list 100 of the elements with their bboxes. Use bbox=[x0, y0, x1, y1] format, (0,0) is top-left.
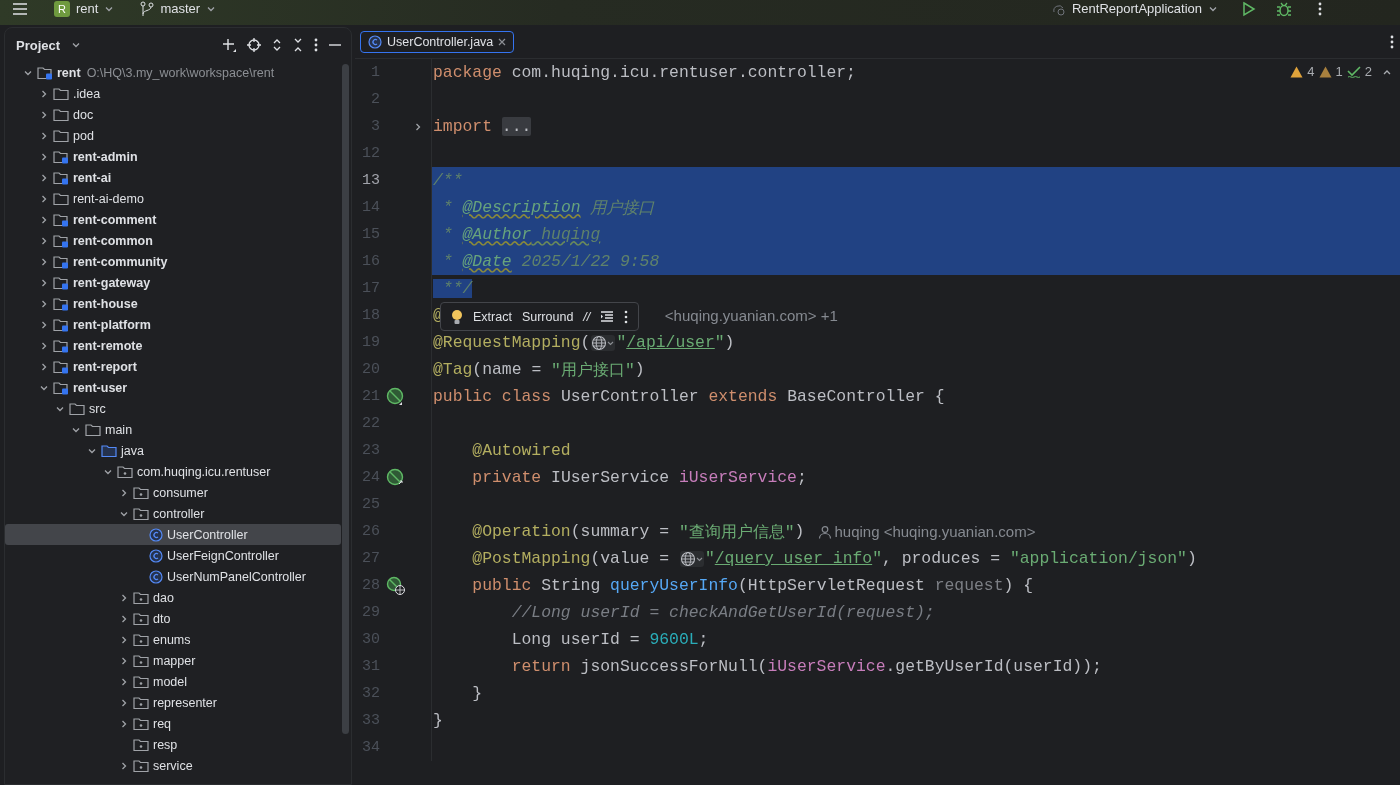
chevron-icon[interactable] bbox=[39, 340, 49, 351]
action-button[interactable]: Surround bbox=[521, 309, 574, 324]
file-tab[interactable]: UserController.java bbox=[360, 30, 515, 53]
branch-selector[interactable]: master bbox=[160, 1, 201, 16]
target-icon[interactable] bbox=[247, 38, 261, 52]
chevron-icon[interactable] bbox=[39, 361, 49, 372]
chevron-icon[interactable] bbox=[39, 277, 49, 288]
chevron-icon[interactable] bbox=[39, 130, 49, 141]
tree-item[interactable]: main bbox=[5, 419, 341, 440]
panel-title[interactable]: Project bbox=[16, 37, 61, 53]
more-icon[interactable] bbox=[314, 38, 318, 52]
warning-count: 4 bbox=[1307, 64, 1315, 79]
chevron-icon[interactable] bbox=[39, 151, 49, 162]
chevron-icon[interactable] bbox=[119, 634, 129, 645]
author-hint[interactable]: huqing <huqing.yuanian.com> bbox=[818, 523, 1036, 540]
folder-icon bbox=[53, 86, 69, 101]
globe-bean-icon[interactable] bbox=[386, 575, 406, 596]
tree-item[interactable]: rent-ai bbox=[5, 167, 341, 188]
run-icon[interactable] bbox=[1242, 0, 1256, 17]
tree-item[interactable]: src bbox=[5, 398, 341, 419]
module-folder-icon bbox=[53, 275, 69, 290]
close-icon[interactable] bbox=[498, 37, 507, 46]
tree-item[interactable]: rent-comment bbox=[5, 209, 341, 230]
tree-item[interactable]: rent-community bbox=[5, 251, 341, 272]
more-icon[interactable] bbox=[624, 309, 629, 324]
tree-item[interactable]: rent-common bbox=[5, 230, 341, 251]
collapse-all-icon[interactable] bbox=[293, 38, 303, 52]
chevron-icon[interactable] bbox=[119, 655, 129, 666]
tree-item[interactable]: java bbox=[5, 440, 341, 461]
tree-item[interactable]: rent-platform bbox=[5, 314, 341, 335]
author-hint[interactable]: <huqing.yuanian.com> +1 bbox=[664, 307, 838, 324]
comment-button[interactable]: // bbox=[583, 309, 591, 324]
tree-item[interactable]: rent O:\HQ\3.my_work\workspace\rent bbox=[5, 62, 341, 83]
chevron-icon[interactable] bbox=[39, 172, 49, 183]
chevron-icon[interactable] bbox=[39, 214, 49, 225]
tree-item[interactable]: doc bbox=[5, 104, 341, 125]
project-selector[interactable]: rent bbox=[76, 1, 99, 16]
tree-item[interactable]: UserFeignController bbox=[5, 545, 341, 566]
warning-icon[interactable] bbox=[1290, 65, 1304, 78]
tree-item[interactable]: resp bbox=[5, 734, 341, 755]
tree-item[interactable]: rent-house bbox=[5, 293, 341, 314]
chevron-icon[interactable] bbox=[39, 88, 49, 99]
chevron-icon[interactable] bbox=[71, 40, 82, 50]
debug-icon[interactable] bbox=[1276, 0, 1292, 17]
tree-item[interactable]: consumer bbox=[5, 482, 341, 503]
package-folder-icon bbox=[133, 737, 149, 752]
tree-item[interactable]: req bbox=[5, 713, 341, 734]
tree-item[interactable]: service bbox=[5, 755, 341, 776]
tree-item[interactable]: enums bbox=[5, 629, 341, 650]
warning-icon[interactable] bbox=[1318, 65, 1332, 78]
chevron-icon[interactable] bbox=[39, 193, 49, 204]
chevron-icon[interactable] bbox=[119, 697, 129, 708]
more-icon[interactable] bbox=[1390, 34, 1394, 49]
run-configuration[interactable]: RentReportApplication bbox=[1071, 1, 1202, 16]
tree-item[interactable]: representer bbox=[5, 692, 341, 713]
lightbulb-icon[interactable] bbox=[451, 308, 463, 325]
folded-code[interactable]: ... bbox=[501, 117, 532, 136]
tree-item[interactable]: UserController bbox=[5, 524, 341, 545]
format-icon[interactable] bbox=[600, 310, 615, 323]
check-icon[interactable] bbox=[1346, 65, 1361, 78]
minimize-icon[interactable] bbox=[329, 43, 341, 47]
tree-item[interactable]: mapper bbox=[5, 650, 341, 671]
plus-icon[interactable] bbox=[222, 38, 236, 52]
chevron-icon[interactable] bbox=[39, 109, 49, 120]
chevron-icon[interactable] bbox=[39, 298, 49, 309]
chevron-icon[interactable] bbox=[119, 676, 129, 687]
tree-item[interactable]: dto bbox=[5, 608, 341, 629]
tree-item[interactable]: controller bbox=[5, 503, 341, 524]
scrollbar[interactable] bbox=[342, 64, 349, 734]
tree-item[interactable]: UserNumPanelController bbox=[5, 566, 341, 587]
tree-item[interactable]: dao bbox=[5, 587, 341, 608]
tree-item[interactable]: model bbox=[5, 671, 341, 692]
bean-icon[interactable] bbox=[386, 386, 406, 407]
chevron-icon[interactable] bbox=[39, 235, 49, 246]
fold-icon[interactable] bbox=[413, 121, 423, 132]
tree-item[interactable]: .idea bbox=[5, 83, 341, 104]
chevron-icon[interactable] bbox=[119, 718, 129, 729]
chevron-icon[interactable] bbox=[39, 256, 49, 267]
chevron-icon[interactable] bbox=[119, 760, 129, 771]
globe-icon[interactable] bbox=[591, 334, 616, 351]
more-icon[interactable] bbox=[1318, 1, 1322, 16]
tree-item[interactable]: rent-admin bbox=[5, 146, 341, 167]
expand-all-icon[interactable] bbox=[272, 38, 282, 52]
chevron-icon[interactable] bbox=[39, 319, 49, 330]
tree-item[interactable]: rent-gateway bbox=[5, 272, 341, 293]
tree-item[interactable]: rent-report bbox=[5, 356, 341, 377]
tree-item[interactable]: rent-ai-demo bbox=[5, 188, 341, 209]
chevron-icon[interactable] bbox=[119, 613, 129, 624]
action-button[interactable]: Extract bbox=[473, 309, 512, 324]
menu-icon[interactable] bbox=[12, 1, 28, 16]
tree-item[interactable]: rent-remote bbox=[5, 335, 341, 356]
bean-icon[interactable] bbox=[386, 467, 406, 488]
chevron-icon[interactable] bbox=[119, 487, 129, 498]
tree-item[interactable]: com.huqing.icu.rentuser bbox=[5, 461, 341, 482]
tree-item[interactable]: pod bbox=[5, 125, 341, 146]
module-folder-icon bbox=[53, 254, 69, 269]
chevron-icon[interactable] bbox=[119, 592, 129, 603]
tree-item[interactable]: rent-user bbox=[5, 377, 341, 398]
globe-icon[interactable] bbox=[679, 550, 704, 567]
branch-icon[interactable] bbox=[140, 0, 155, 17]
